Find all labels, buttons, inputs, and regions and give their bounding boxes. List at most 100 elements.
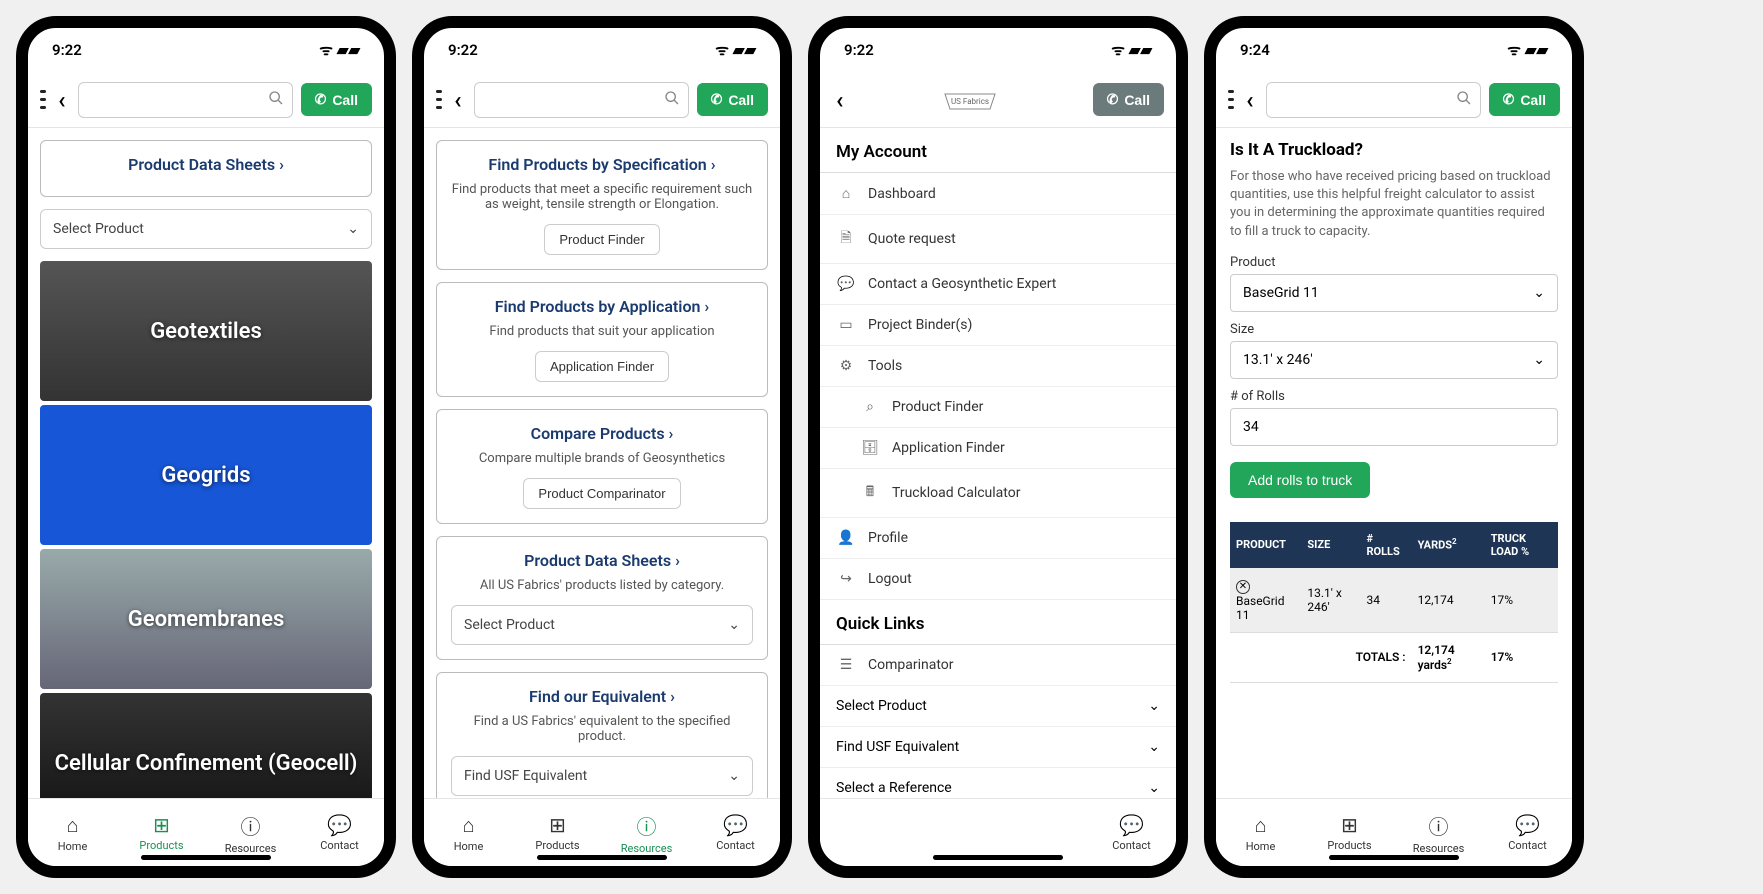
call-button[interactable]: ✆Call	[1489, 83, 1560, 116]
menu-truckload[interactable]: 🖩Truckload Calculator	[820, 469, 1176, 518]
card-title[interactable]: Find Products by Specification ›	[451, 155, 753, 174]
menu-profile[interactable]: 👤Profile	[820, 518, 1176, 559]
search-field[interactable]	[1275, 92, 1456, 108]
dropdown-find-equiv[interactable]: Find USF Equivalent⌄	[820, 727, 1176, 768]
gear-icon: ⚙	[836, 358, 856, 374]
add-rolls-button[interactable]: Add rolls to truck	[1230, 462, 1370, 498]
home-icon: ⌂	[66, 813, 78, 838]
menu-comparinator[interactable]: ☰Comparinator	[820, 645, 1176, 686]
call-label: Call	[1520, 92, 1546, 108]
tab-home[interactable]: ⌂Home	[424, 799, 513, 866]
call-button[interactable]: ✆Call	[697, 83, 768, 116]
battery-icon: ▰▰	[1525, 41, 1548, 59]
back-button[interactable]: ‹	[54, 86, 69, 114]
my-account-header: My Account	[820, 128, 1176, 173]
menu-tools[interactable]: ⚙Tools	[820, 346, 1176, 387]
wifi-icon: ᯤ	[715, 40, 729, 60]
search-input[interactable]	[78, 82, 293, 118]
tab-contact[interactable]: 💬Contact	[1087, 799, 1176, 866]
search-input[interactable]	[1266, 82, 1481, 118]
tab-products[interactable]: ⊞Products	[1305, 799, 1394, 866]
search-input[interactable]	[474, 82, 689, 118]
card-title[interactable]: Find our Equivalent ›	[451, 687, 753, 706]
product-finder-button[interactable]: Product Finder	[544, 224, 659, 255]
call-button[interactable]: ✆ Call	[301, 83, 372, 116]
back-button[interactable]: ‹	[832, 86, 847, 114]
tab-contact[interactable]: 💬Contact	[295, 799, 384, 866]
tab-products[interactable]: ⊞Products	[117, 799, 206, 866]
chat-icon: 💬	[327, 813, 352, 837]
card-title[interactable]: Find Products by Application ›	[451, 297, 753, 316]
chevron-down-icon: ⌄	[347, 221, 359, 237]
menu-dashboard[interactable]: ⌂Dashboard	[820, 173, 1176, 215]
cell-size: 13.1' x 246'	[1301, 568, 1360, 633]
phone-2-resources: 9:22 ᯤ▰▰ ‹ ✆Call Find Products by Specif…	[412, 16, 792, 878]
menu-binder[interactable]: ▭Project Binder(s)	[820, 305, 1176, 346]
phone-3-menu: 9:22 ᯤ▰▰ ‹ US Fabrics ✆Call My Account ⌂…	[808, 16, 1188, 878]
category-geogrids[interactable]: Geogrids	[40, 405, 372, 545]
menu-logout[interactable]: ↪Logout	[820, 559, 1176, 600]
info-icon: ⓘ	[241, 811, 261, 840]
size-label: Size	[1230, 322, 1558, 337]
search-field[interactable]	[87, 92, 268, 108]
application-finder-button[interactable]: Application Finder	[535, 351, 669, 382]
find-equiv-dropdown[interactable]: Find USF Equivalent⌄	[451, 756, 753, 796]
menu-product-finder[interactable]: ⌕Product Finder	[820, 387, 1176, 428]
card-desc: Compare multiple brands of Geosynthetics	[451, 451, 753, 466]
menu-expert[interactable]: 💬Contact a Geosynthetic Expert	[820, 264, 1176, 305]
th-size: SIZE	[1301, 522, 1360, 568]
tab-contact[interactable]: 💬Contact	[691, 799, 780, 866]
svg-text:US Fabrics: US Fabrics	[951, 97, 989, 106]
search-icon[interactable]	[664, 90, 680, 110]
status-bar: 9:22 ᯤ ▰▰	[28, 28, 384, 72]
product-select[interactable]: BaseGrid 11⌄	[1230, 274, 1558, 312]
content: Is It A Truckload? For those who have re…	[1216, 128, 1572, 798]
compare-card: Compare Products › Compare multiple bran…	[436, 409, 768, 524]
tab-home[interactable]: ⌂Home	[1216, 799, 1305, 866]
totals-load: 17%	[1485, 632, 1558, 682]
back-button[interactable]: ‹	[450, 86, 465, 114]
dropdown-select-reference[interactable]: Select a Reference⌄	[820, 768, 1176, 798]
tab-contact[interactable]: 💬Contact	[1483, 799, 1572, 866]
category-geocell[interactable]: Cellular Confinement (Geocell)	[40, 693, 372, 798]
card-title[interactable]: Compare Products ›	[451, 424, 753, 443]
quick-links-header: Quick Links	[820, 600, 1176, 645]
card-desc: All US Fabrics' products listed by categ…	[451, 578, 753, 593]
bottom-tabs: ⌂Home ⊞Products ⓘResources 💬Contact	[424, 798, 780, 866]
tab-resources[interactable]: ⓘResources	[1394, 799, 1483, 866]
search-icon[interactable]	[268, 90, 284, 110]
back-button[interactable]: ‹	[1242, 86, 1257, 114]
tab-resources[interactable]: ⓘResources	[206, 799, 295, 866]
content: Product Data Sheets › Select Product ⌄ G…	[28, 128, 384, 798]
tab-resources[interactable]: ⓘResources	[602, 799, 691, 866]
menu-icon[interactable]	[436, 86, 442, 114]
comparinator-button[interactable]: Product Comparinator	[523, 478, 680, 509]
info-icon: ⓘ	[1429, 811, 1449, 840]
call-button[interactable]: ✆Call	[1093, 83, 1164, 116]
tab-products[interactable]: ⊞Products	[513, 799, 602, 866]
wifi-icon: ᯤ	[319, 40, 333, 60]
size-select[interactable]: 13.1' x 246'⌄	[1230, 341, 1558, 379]
dropdown-select-product[interactable]: Select Product⌄	[820, 686, 1176, 727]
card-title[interactable]: Product Data Sheets ›	[55, 155, 357, 174]
category-geomembranes[interactable]: Geomembranes	[40, 549, 372, 689]
rolls-input[interactable]: 34	[1230, 408, 1558, 446]
select-product-dropdown[interactable]: Select Product⌄	[451, 605, 753, 645]
select-product-dropdown[interactable]: Select Product ⌄	[40, 209, 372, 249]
menu-app-finder[interactable]: 🗄Application Finder	[820, 428, 1176, 469]
category-geotextiles[interactable]: Geotextiles	[40, 261, 372, 401]
remove-icon[interactable]: ✕	[1236, 580, 1250, 594]
totals-yards: 12,174 yards2	[1412, 632, 1485, 682]
person-icon: 👤	[836, 530, 856, 546]
tab-home[interactable]: ⌂Home	[28, 799, 117, 866]
menu-icon[interactable]	[1228, 86, 1234, 114]
totals-row: TOTALS : 12,174 yards2 17%	[1230, 632, 1558, 682]
status-icons: ᯤ▰▰	[1507, 40, 1548, 60]
search-field[interactable]	[483, 92, 664, 108]
menu-quote[interactable]: 🗎Quote request	[820, 215, 1176, 264]
chat-icon: 💬	[836, 276, 856, 292]
menu-icon[interactable]	[40, 86, 46, 114]
card-title[interactable]: Product Data Sheets ›	[451, 551, 753, 570]
search-icon[interactable]	[1456, 90, 1472, 110]
grid-icon: ⊞	[153, 813, 170, 837]
